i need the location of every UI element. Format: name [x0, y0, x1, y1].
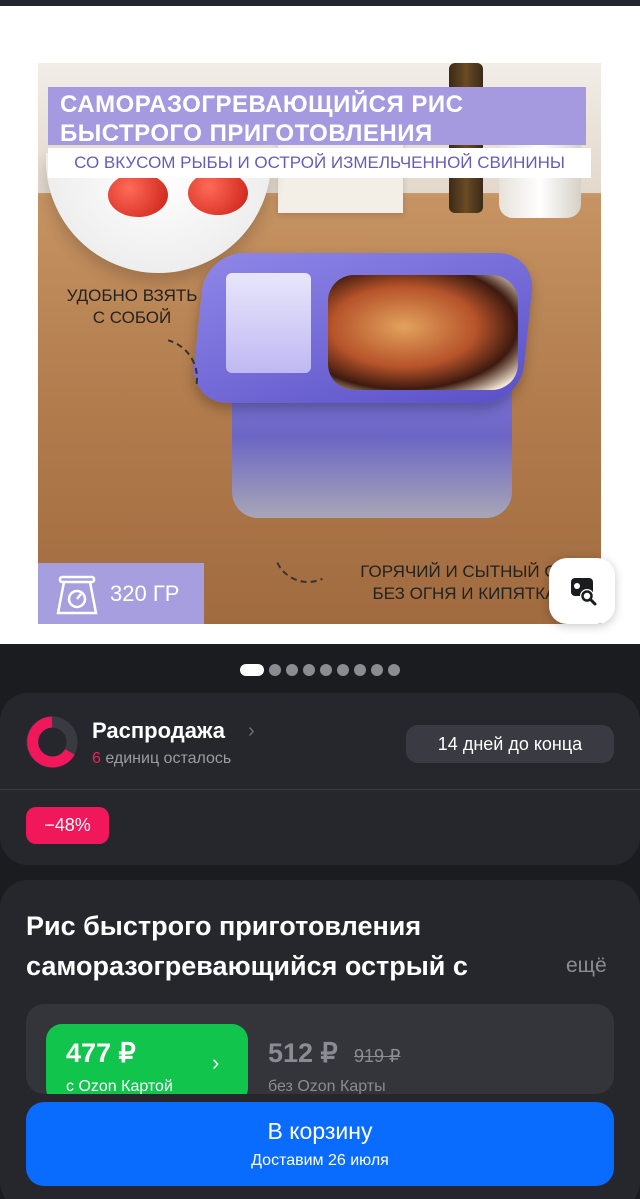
ozon-card-price-button[interactable]: 477 ₽ с Ozon Картой › — [46, 1024, 248, 1094]
sale-title-link[interactable]: Распродажа — [92, 718, 225, 744]
delivery-date: Доставим 26 июля — [251, 1152, 389, 1169]
pagination-dot[interactable] — [337, 664, 349, 676]
image-search-icon — [571, 578, 597, 606]
add-to-cart-button[interactable]: В корзину Доставим 26 июля — [26, 1102, 614, 1186]
pagination-dot[interactable] — [354, 664, 366, 676]
show-more-link[interactable]: ещё — [566, 954, 607, 978]
pagination-dot[interactable] — [303, 664, 315, 676]
pagination-dot-active[interactable] — [240, 664, 264, 676]
discount-badge: −48% — [26, 807, 109, 844]
banner-subtitle: СО ВКУСОМ РЫБЫ И ОСТРОЙ ИЗМЕЛЬЧЕННОЙ СВИ… — [48, 148, 591, 178]
old-price: 919 ₽ — [354, 1046, 401, 1066]
weight-badge: 320 ГР — [38, 563, 204, 624]
scale-icon — [56, 575, 98, 615]
ozon-card-caption: с Ozon Картой — [66, 1078, 173, 1094]
portable-note: УДОБНО ВЗЯТЬ С СОБОЙ — [66, 286, 198, 327]
visual-search-button[interactable] — [549, 558, 615, 624]
sale-logo-icon — [26, 716, 78, 768]
chevron-right-icon[interactable]: › — [248, 720, 255, 743]
pagination-dot[interactable] — [286, 664, 298, 676]
gallery-pagination[interactable] — [0, 662, 640, 678]
banner-title: САМОРАЗОГРЕВАЮЩИЙСЯ РИС БЫСТРОГО ПРИГОТО… — [60, 91, 464, 147]
product-image-gallery[interactable]: САМОРАЗОГРЕВАЮЩИЙСЯ РИС БЫСТРОГО ПРИГОТО… — [0, 6, 640, 644]
add-to-cart-label: В корзину — [267, 1118, 373, 1144]
pagination-dot[interactable] — [269, 664, 281, 676]
units-left: 6 единиц осталось — [92, 750, 232, 767]
product-title: Рис быстрого приготовления саморазогрева… — [26, 911, 468, 981]
sale-deadline-badge: 14 дней до конца — [406, 725, 614, 763]
price-block: 477 ₽ с Ozon Картой › 512 ₽ 919 ₽ без Oz… — [26, 1004, 614, 1094]
regular-price: 512 ₽ — [268, 1038, 338, 1068]
ozon-card-price: 477 ₽ — [66, 1038, 136, 1068]
divider — [0, 789, 640, 790]
pagination-dot[interactable] — [371, 664, 383, 676]
chevron-right-icon: › — [212, 1050, 220, 1075]
product-photo[interactable]: САМОРАЗОГРЕВАЮЩИЙСЯ РИС БЫСТРОГО ПРИГОТО… — [38, 63, 601, 624]
pagination-dot[interactable] — [320, 664, 332, 676]
pagination-dot[interactable] — [388, 664, 400, 676]
regular-price-caption: без Ozon Карты — [268, 1078, 386, 1094]
rice-container-image — [190, 253, 536, 523]
weight-value: 320 ГР — [110, 581, 180, 606]
